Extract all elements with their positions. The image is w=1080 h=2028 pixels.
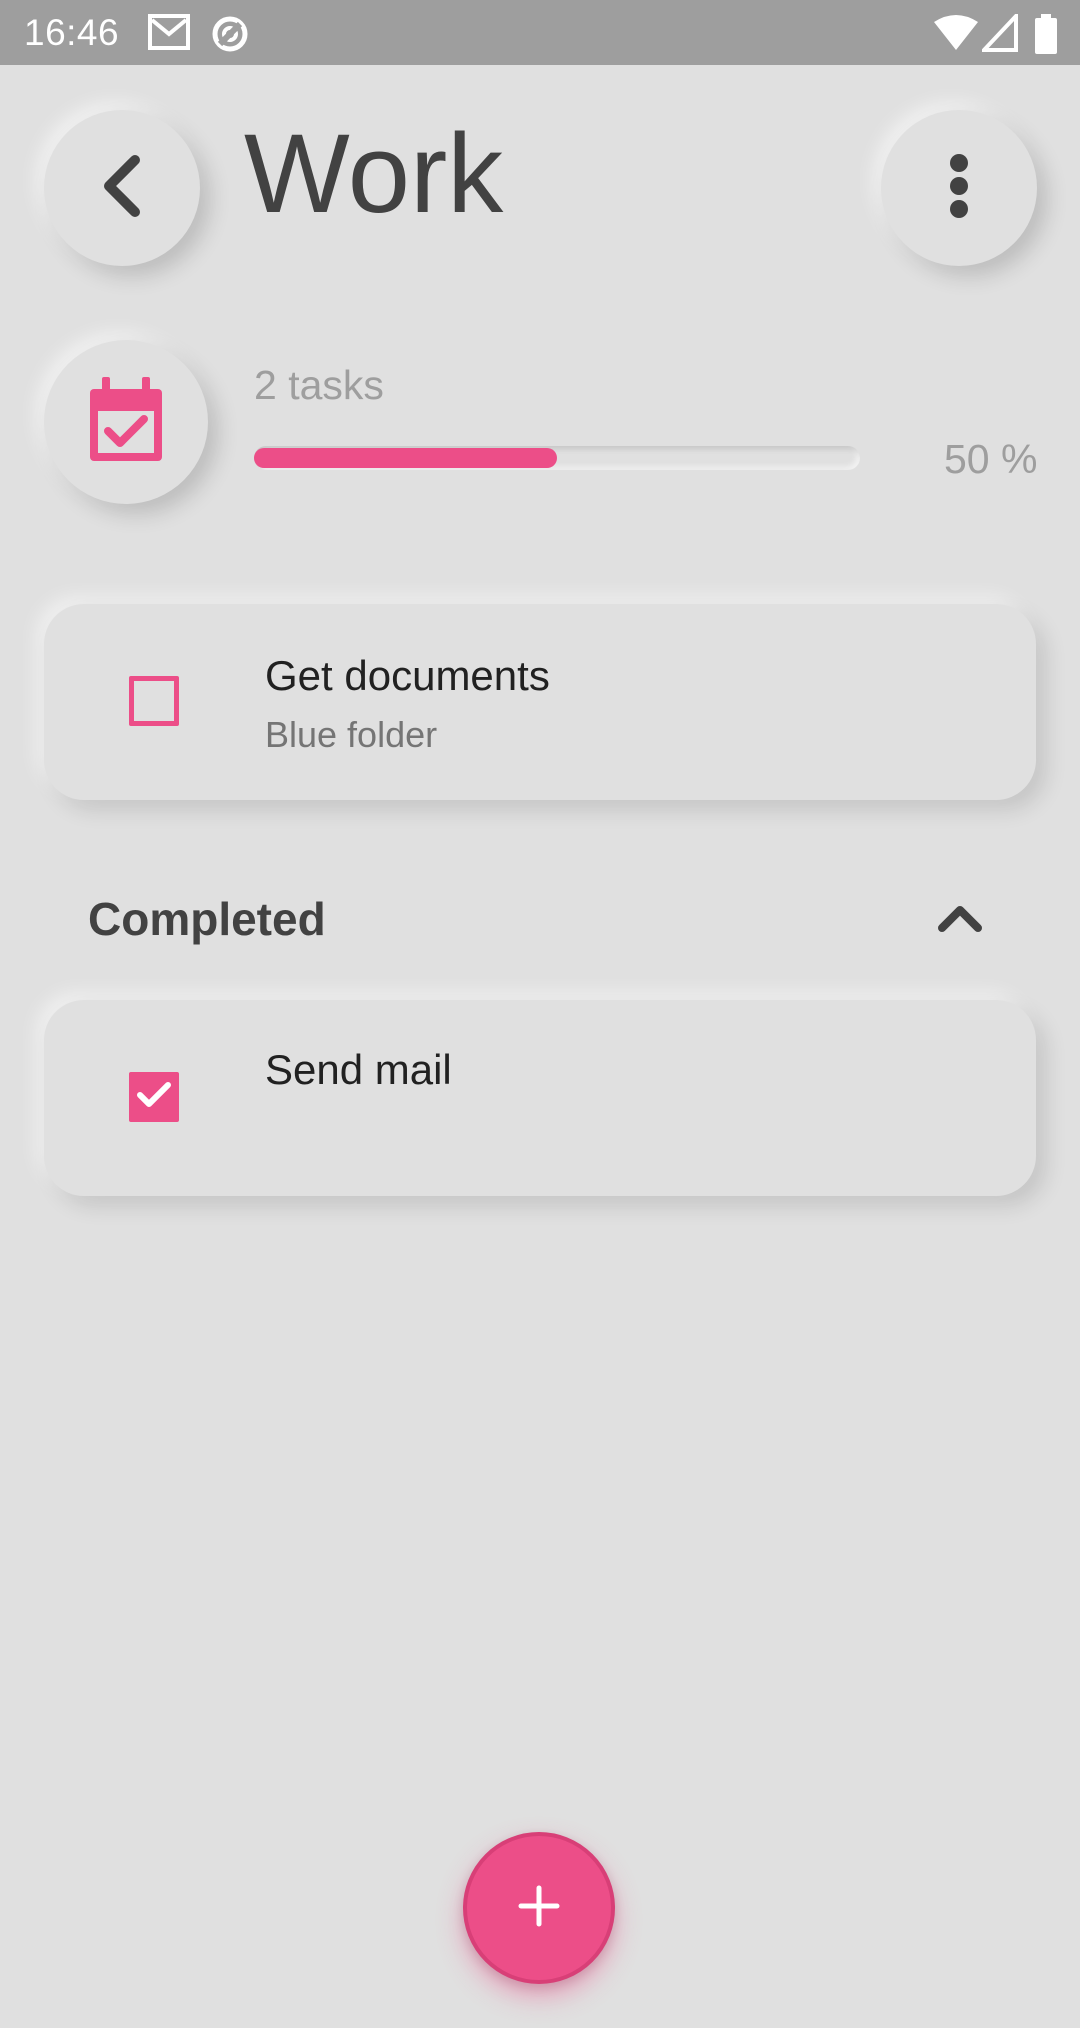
calendar-check-icon	[86, 375, 166, 470]
check-icon	[137, 1081, 171, 1113]
back-button[interactable]	[44, 110, 200, 266]
add-task-button[interactable]	[463, 1832, 615, 1984]
completed-task-card[interactable]: Send mail	[44, 1000, 1036, 1196]
progress-bar	[254, 446, 860, 470]
chevron-up-icon	[938, 902, 982, 937]
battery-icon	[1034, 14, 1058, 59]
more-options-button[interactable]	[881, 110, 1037, 266]
task-checkbox[interactable]	[129, 676, 179, 726]
signal-icon	[979, 10, 1018, 57]
task-card[interactable]: Get documents Blue folder	[44, 604, 1036, 800]
plus-icon	[517, 1884, 561, 1933]
status-bar: 16:46	[0, 0, 1080, 65]
data-saver-icon	[210, 14, 250, 59]
collapse-completed-button[interactable]	[930, 894, 990, 944]
more-vertical-icon	[948, 153, 970, 224]
tasks-count: 2 tasks	[254, 362, 384, 408]
chevron-left-icon	[97, 154, 147, 223]
task-subtitle: Blue folder	[265, 714, 438, 755]
completed-section-title: Completed	[88, 893, 326, 945]
completed-task-checkbox[interactable]	[129, 1072, 179, 1122]
progress-bar-fill	[254, 448, 557, 468]
wifi-icon	[934, 14, 978, 57]
progress-percent: 50 %	[944, 436, 1038, 482]
status-time: 16:46	[24, 12, 120, 53]
gmail-icon	[148, 14, 190, 55]
task-title: Get documents	[265, 652, 550, 699]
page-title: Work	[244, 111, 504, 236]
list-icon-badge	[44, 340, 208, 504]
completed-task-title: Send mail	[265, 1046, 452, 1093]
